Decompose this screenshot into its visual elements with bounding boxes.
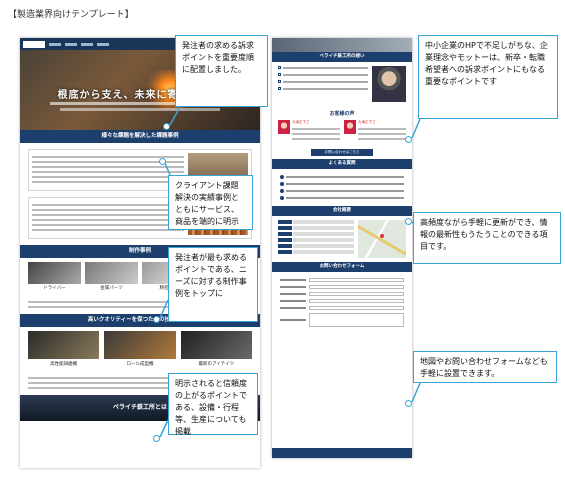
callout-anchor-icon — [153, 316, 160, 323]
avatar — [278, 120, 290, 134]
philosophy-block — [272, 62, 412, 106]
right-template-preview: ベライチ鉄工所の想い お客様の声 大滝正下さ 大滝正下さ お問い合わせはこちら … — [272, 38, 412, 458]
section-heading-contact: お問い合わせフォーム — [272, 262, 412, 272]
callout-anchor-icon — [159, 158, 166, 165]
callout-anchor-icon — [405, 218, 412, 225]
faq-list — [272, 169, 412, 206]
equipment-card: 高性能研磨機 — [28, 331, 100, 367]
site-footer — [272, 448, 412, 458]
testimonial-card: 大滝正下さ — [344, 120, 406, 143]
contact-form — [272, 272, 412, 333]
section-heading-faq: よくある質問 — [272, 159, 412, 169]
product-card: ドライバー — [28, 262, 81, 291]
testimonials: 大滝正下さ 大滝正下さ — [272, 117, 412, 146]
company-profile — [272, 216, 412, 262]
section-heading-voices: お客様の声 — [329, 111, 355, 117]
callout-map-form: 地図やお問い合わせフォームなども手軽に設置できます。 — [413, 351, 557, 383]
callout-equipment: 明示されると信頼度の上がるポイントである、設備・行程等、生産についても掲載 — [168, 373, 258, 436]
callout-production-examples: 発注者が最も求めるポイントである、ニーズに対する制作事例をトップに — [168, 247, 258, 322]
ceo-portrait — [372, 66, 406, 102]
callout-anchor-icon — [163, 123, 170, 130]
callout-case-studies: クライアント課題解決の実績事例とともにサービス、商品を端的に明示 — [168, 175, 253, 230]
contact-button: お問い合わせはこちら — [311, 149, 373, 156]
callout-priority-order: 発注者の求める訴求ポイントを重要度順に配置しました。 — [175, 35, 268, 107]
testimonial-card: 大滝正下さ — [278, 120, 340, 143]
equipment-card: 最新のアイテイツ — [180, 331, 252, 367]
callout-anchor-icon — [405, 136, 412, 143]
section-heading-thoughts: ベライチ鉄工所の想い — [272, 52, 412, 62]
page-title: 【製造業界向けテンプレート】 — [8, 10, 134, 20]
map-embed — [358, 220, 406, 258]
callout-anchor-icon — [405, 400, 412, 407]
callout-philosophy: 中小企業のHPで不足しがちな、企業理念やモットーは、新卒・転職希望者への訴求ポイ… — [418, 35, 558, 119]
avatar — [344, 120, 356, 134]
section-heading-company: 会社概要 — [272, 206, 412, 216]
top-image — [272, 38, 412, 52]
product-card: 金属パーツ — [85, 262, 138, 291]
callout-faq: 高頻度ながら手軽に更新ができ、情報の最新性もうたうことのできる項目です。 — [413, 212, 561, 264]
map-pin-icon — [380, 234, 384, 238]
callout-anchor-icon — [153, 435, 160, 442]
equipment-card: ロール成型機 — [104, 331, 176, 367]
site-logo — [23, 40, 45, 48]
section-heading-issues: 様々な課題を解決した課題事例 — [20, 130, 260, 143]
equipment-grid: 高性能研磨機 ロール成型機 最新のアイテイツ — [20, 327, 260, 371]
